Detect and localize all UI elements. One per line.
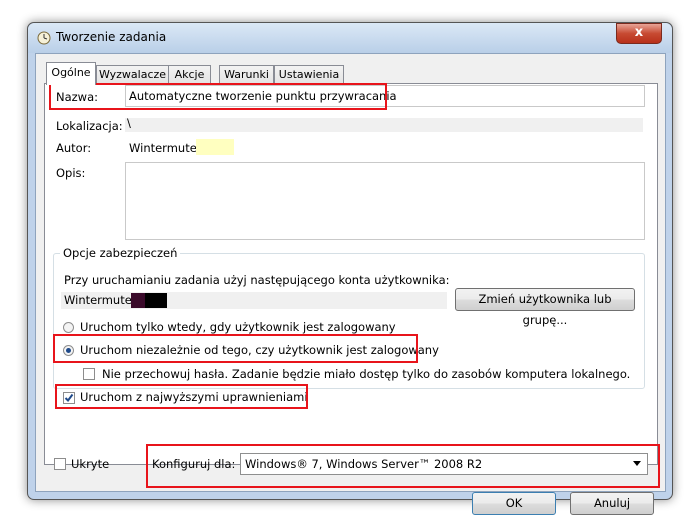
- ok-button[interactable]: OK: [472, 492, 556, 515]
- highlight-highest-privileges: [55, 384, 308, 409]
- tab-actions[interactable]: Akcje: [168, 65, 211, 84]
- location-field: \: [125, 116, 643, 132]
- title-bar[interactable]: Tworzenie zadania x: [28, 23, 672, 53]
- author-label: Autor:: [56, 141, 92, 155]
- tab-settings[interactable]: Ustawienia: [274, 65, 344, 84]
- location-label: Lokalizacja:: [56, 119, 123, 133]
- highlight-regardless: [53, 334, 418, 363]
- account-prompt: Przy uruchamianiu zadania użyj następują…: [64, 273, 450, 287]
- account-value: Wintermute\: [64, 293, 136, 307]
- tab-page-general: Nazwa: Automatyczne tworzenie punktu prz…: [44, 83, 658, 465]
- no-store-password-label[interactable]: Nie przechowuj hasła. Zadanie będzie mia…: [102, 367, 630, 381]
- hidden-checkbox[interactable]: [54, 458, 66, 470]
- window-title: Tworzenie zadania: [56, 30, 167, 44]
- highlight-name: [49, 83, 387, 110]
- radio-logged-on[interactable]: [63, 322, 74, 333]
- redacted-account-1: [131, 293, 145, 308]
- location-value: \: [127, 116, 131, 130]
- close-button[interactable]: x: [616, 23, 662, 44]
- redacted-author: [196, 139, 234, 155]
- cancel-button[interactable]: Anuluj: [570, 492, 654, 515]
- no-store-password-checkbox[interactable]: [83, 368, 95, 380]
- tab-triggers[interactable]: Wyzwalacze: [96, 65, 169, 84]
- author-value: Wintermute\: [129, 141, 201, 155]
- radio-logged-on-label[interactable]: Uruchom tylko wtedy, gdy użytkownik jest…: [80, 320, 396, 334]
- redacted-account-2: [145, 293, 167, 308]
- security-group-title: Opcje zabezpieczeń: [60, 246, 181, 260]
- tab-general[interactable]: Ogólne: [46, 62, 96, 85]
- tab-conditions[interactable]: Warunki: [219, 65, 274, 84]
- description-input[interactable]: [125, 162, 645, 240]
- dialog-window: Tworzenie zadania x Ogólne Wyzwalacze Ak…: [27, 22, 673, 515]
- change-user-button[interactable]: Zmień użytkownika lub grupę...: [455, 288, 635, 327]
- clock-icon: [37, 31, 51, 45]
- description-label: Opis:: [56, 166, 86, 180]
- account-field: Wintermute\: [61, 292, 447, 309]
- dialog-client-area: Ogólne Wyzwalacze Akcje Warunki Ustawien…: [35, 53, 666, 515]
- hidden-label[interactable]: Ukryte: [71, 457, 109, 471]
- highlight-configure: [146, 444, 660, 488]
